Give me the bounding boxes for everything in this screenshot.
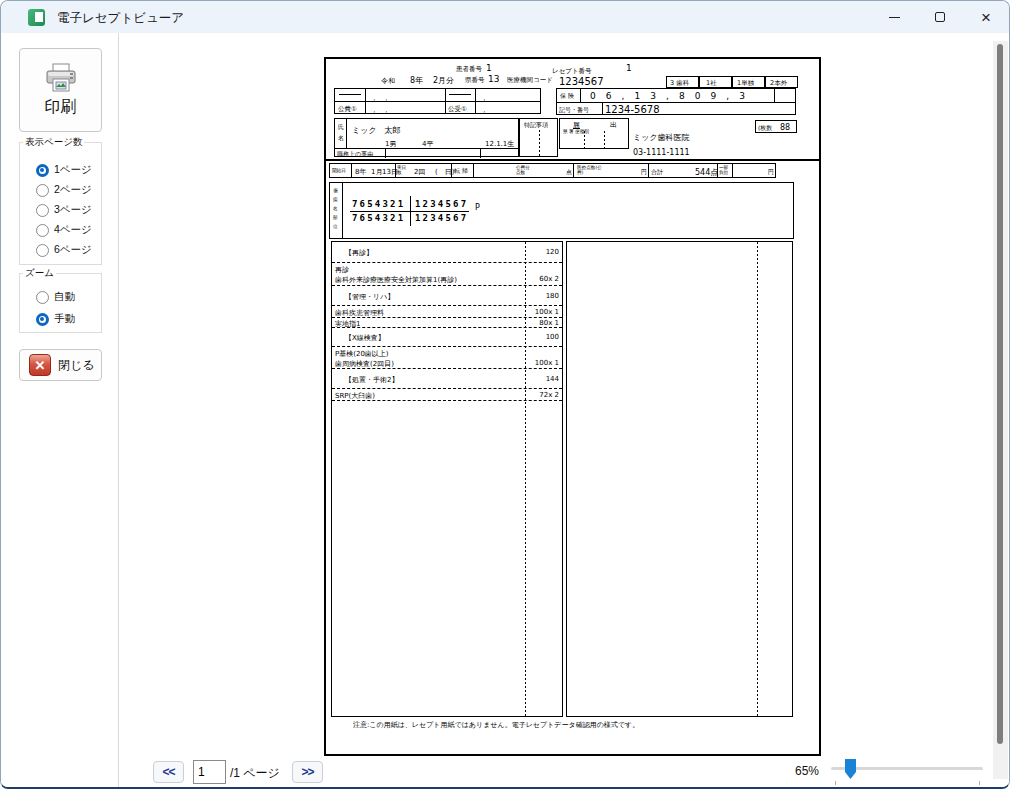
minimize-icon — [889, 17, 900, 18]
era-label: 令和 — [381, 76, 395, 86]
hoken-number: 0 6 , 1 3 , 8 0 9 , 3 — [590, 91, 749, 101]
radio-icon — [36, 313, 49, 326]
patient-no-value: 1 — [486, 63, 492, 73]
tokki-box: 特記事項 — [519, 118, 558, 157]
receipt-no-label: レセプト番号 — [552, 67, 592, 76]
page-number-input[interactable] — [193, 760, 226, 784]
radio-icon — [36, 164, 49, 177]
tooth-lower-left: 7654321 — [352, 213, 405, 223]
radio-icon — [36, 184, 49, 197]
kigo-label: 記号・番号 — [559, 106, 589, 115]
close-x-icon: ✕ — [29, 354, 51, 376]
pref-value: 13 — [488, 74, 499, 84]
page-count-group: 表示ページ数 1ページ 2ページ 3ページ 4ページ 6ページ — [19, 142, 102, 265]
tooth-upper-right: 1234567 — [415, 199, 468, 209]
sidebar: 印刷 表示ページ数 1ページ 2ページ 3ページ 4ページ 6ページ — [1, 33, 119, 787]
todoke-right: 出 — [610, 120, 617, 130]
hoken-table: 保 険 0 6 , 1 3 , 8 0 9 , 3 記号・番号 1234-567… — [556, 88, 796, 115]
page-count-group-label: 表示ページ数 — [23, 136, 84, 149]
close-icon: × — [981, 9, 991, 26]
radio-icon — [36, 204, 49, 217]
month-value: 2月分 — [433, 75, 454, 86]
app-window: 電子レセプトビューア × 印刷 表示ページ数 1ペ — [0, 0, 1010, 789]
class-box-2: 1社 — [706, 79, 717, 88]
kigo-value: 1234-5678 — [605, 104, 660, 115]
radio-zoom-auto[interactable]: 自動 — [36, 290, 75, 304]
patient-sex: 1男 — [385, 139, 396, 149]
zoom-group: ズーム 自動 手動 — [19, 273, 102, 333]
radio-4page[interactable]: 4ページ — [36, 223, 92, 237]
titlebar: 電子レセプトビューア × — [1, 1, 1009, 33]
close-window-button[interactable]: × — [963, 1, 1009, 33]
patient-box: 氏 名 ミック 太郎 1男 4平 12.1.1生 職務上の事由 — [334, 118, 519, 157]
maximize-icon — [935, 12, 945, 22]
clinic-tel: 03-1111-1111 — [633, 148, 690, 157]
patient-name: ミック 太郎 — [352, 125, 401, 136]
radio-icon — [36, 224, 49, 237]
totals-row: 開始日 8年 1月 13日 実日数 2回 ( 日) 転 帰 公費分点数 点 医療… — [329, 163, 776, 178]
app-icon — [28, 9, 45, 26]
pref-label: 県番号 — [465, 76, 485, 85]
radio-6page[interactable]: 6ページ — [36, 243, 92, 257]
detail-table-right — [566, 241, 793, 717]
radio-3page[interactable]: 3ページ — [36, 203, 92, 217]
class-box-4: 2本外 — [770, 79, 787, 88]
zoom-percent-label: 65% — [795, 764, 819, 778]
radio-2page[interactable]: 2ページ — [36, 183, 92, 197]
tooth-lower-right: 1234567 — [415, 213, 468, 223]
tooth-chart-box: 傷病名部位 7654321 1234567 7654321 1234567 P — [329, 182, 794, 239]
maisu-box: (枚数 88 — [755, 120, 797, 133]
radio-icon — [36, 291, 49, 304]
receipt-document: 患者番号 1 レセプト番号 1 令和 8年 2月分 県番号 13 医療機関コード… — [324, 57, 821, 756]
preview-area: 患者番号 1 レセプト番号 1 令和 8年 2月分 県番号 13 医療機関コード… — [120, 33, 1009, 787]
pager-bar: << /1 ページ >> 65% — [120, 753, 1009, 787]
tooth-upper-left: 7654321 — [352, 199, 405, 209]
kohi-table: ， ， ， 公費① ， ， 公受① ， — [334, 88, 541, 114]
hoken-label: 保 険 — [560, 92, 574, 101]
print-button[interactable]: 印刷 — [19, 48, 102, 132]
class-box-1: 3 歯科 — [670, 79, 689, 88]
printer-icon — [44, 63, 78, 93]
vertical-scrollbar[interactable] — [993, 41, 1008, 779]
clinic-name: ミック歯科医院 — [633, 132, 690, 143]
close-button[interactable]: ✕ 閉じる — [19, 349, 102, 381]
tooth-mark: P — [475, 203, 480, 212]
code-label: 医療機関コード — [507, 76, 553, 85]
radio-icon — [36, 244, 49, 257]
note-text: 注意:この用紙は、レセプト用紙ではありません。電子レセプトデータ確認用の様式です… — [353, 720, 639, 730]
kohi1-label: 公費① — [338, 105, 357, 114]
code-value: 1234567 — [559, 76, 604, 87]
todoke-box: 届 出 県 署 便種別 — [559, 118, 629, 149]
detail-table-left: 【再診】 120 再診 歯科外来診療医療安全対策加算1(再診) 60x 2 【管… — [331, 241, 563, 717]
jiyuu-label: 職務上の事由 — [337, 150, 373, 159]
class-box-3: 1単独 — [737, 79, 754, 88]
zoom-group-label: ズーム — [23, 267, 56, 280]
patient-era: 4平 — [422, 139, 433, 149]
print-button-label: 印刷 — [45, 97, 77, 118]
year-value: 8年 — [410, 75, 423, 86]
patient-birth: 12.1.1生 — [485, 139, 514, 149]
maximize-button[interactable] — [917, 1, 963, 33]
close-button-label: 閉じる — [58, 357, 95, 374]
receipt-no-value: 1 — [626, 63, 632, 73]
window-title: 電子レセプトビューア — [57, 10, 184, 27]
byomei-strip-label: 傷病名部位 — [333, 186, 339, 231]
page-total-label: /1 ページ — [230, 765, 280, 782]
kohi2-label: 公受① — [448, 105, 467, 114]
tokki-label: 特記事項 — [524, 121, 548, 130]
zoom-slider-thumb[interactable] — [845, 759, 856, 779]
scrollbar-thumb[interactable] — [997, 44, 1003, 744]
minimize-button[interactable] — [871, 1, 917, 33]
next-page-button[interactable]: >> — [292, 761, 323, 783]
radio-1page[interactable]: 1ページ — [36, 163, 92, 177]
radio-zoom-manual[interactable]: 手動 — [36, 312, 75, 326]
patient-no-label: 患者番号 — [456, 65, 482, 74]
prev-page-button[interactable]: << — [153, 761, 184, 783]
